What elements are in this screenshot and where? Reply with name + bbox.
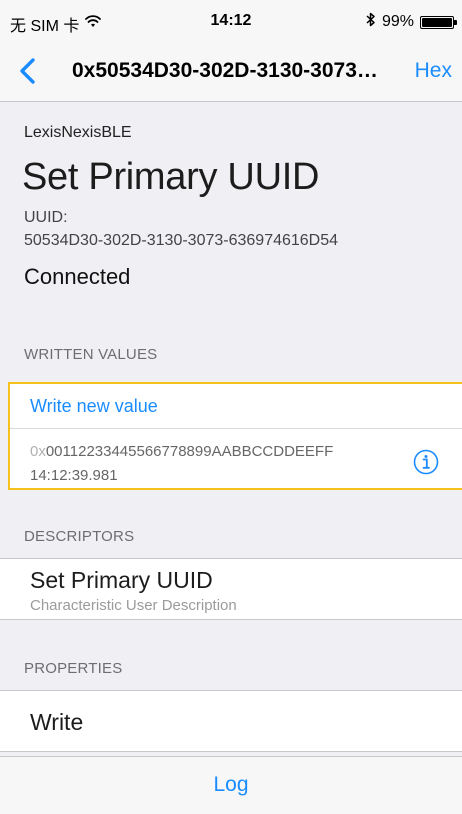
- property-row: Write: [0, 690, 462, 752]
- written-values-card: Write new value 0x00112233445566778899AA…: [8, 382, 462, 490]
- write-new-value-button[interactable]: Write new value: [30, 396, 158, 417]
- uuid-value: 50534D30-302D-3130-3073-636974616D54: [24, 232, 339, 249]
- log-button[interactable]: Log: [0, 773, 462, 797]
- hex-toggle-button[interactable]: Hex: [415, 59, 452, 83]
- properties-header: PROPERTIES: [24, 660, 123, 677]
- written-value-row: 0x00112233445566778899AABBCCDDEEFF 14:12…: [10, 428, 462, 488]
- written-values-header: WRITTEN VALUES: [24, 346, 158, 363]
- back-button[interactable]: [14, 56, 44, 86]
- info-circle-icon: [413, 449, 439, 479]
- characteristic-title: Set Primary UUID: [22, 156, 320, 198]
- property-name: Write: [30, 709, 84, 735]
- uuid-label: UUID:: [24, 209, 68, 226]
- hex-prefix: 0x: [30, 443, 46, 460]
- battery-icon: [420, 15, 457, 29]
- hex-digits: 00112233445566778899AABBCCDDEEFF: [45, 443, 334, 460]
- bottom-toolbar: Log: [0, 756, 462, 814]
- battery-percent: 99%: [381, 13, 414, 30]
- characteristic-info: LexisNexisBLE Set Primary UUID UUID: 505…: [0, 102, 462, 324]
- battery-fill: [422, 17, 452, 27]
- descriptor-name: Set Primary UUID: [30, 567, 213, 593]
- descriptors-header: DESCRIPTORS: [24, 528, 135, 545]
- bluetooth-icon: [366, 12, 376, 32]
- chevron-left-icon: [14, 58, 44, 90]
- connection-status: Connected: [24, 264, 131, 289]
- descriptor-type: Characteristic User Description: [30, 597, 237, 614]
- navigation-bar: 0x50534D30-302D-3130-3073-636974616D54 H…: [0, 40, 462, 102]
- written-timestamp: 14:12:39.981: [30, 467, 118, 484]
- descriptor-row[interactable]: Set Primary UUID Characteristic User Des…: [0, 558, 462, 620]
- nav-title: 0x50534D30-302D-3130-3073-636974616D54: [72, 59, 382, 82]
- battery-tip: [454, 19, 457, 25]
- written-hex-value: 0x00112233445566778899AABBCCDDEEFF: [30, 443, 333, 460]
- device-name: LexisNexisBLE: [24, 124, 132, 141]
- status-right: 99%: [366, 12, 457, 32]
- status-bar: 无 SIM 卡 14:12 99%: [0, 0, 462, 40]
- info-button[interactable]: [413, 449, 439, 475]
